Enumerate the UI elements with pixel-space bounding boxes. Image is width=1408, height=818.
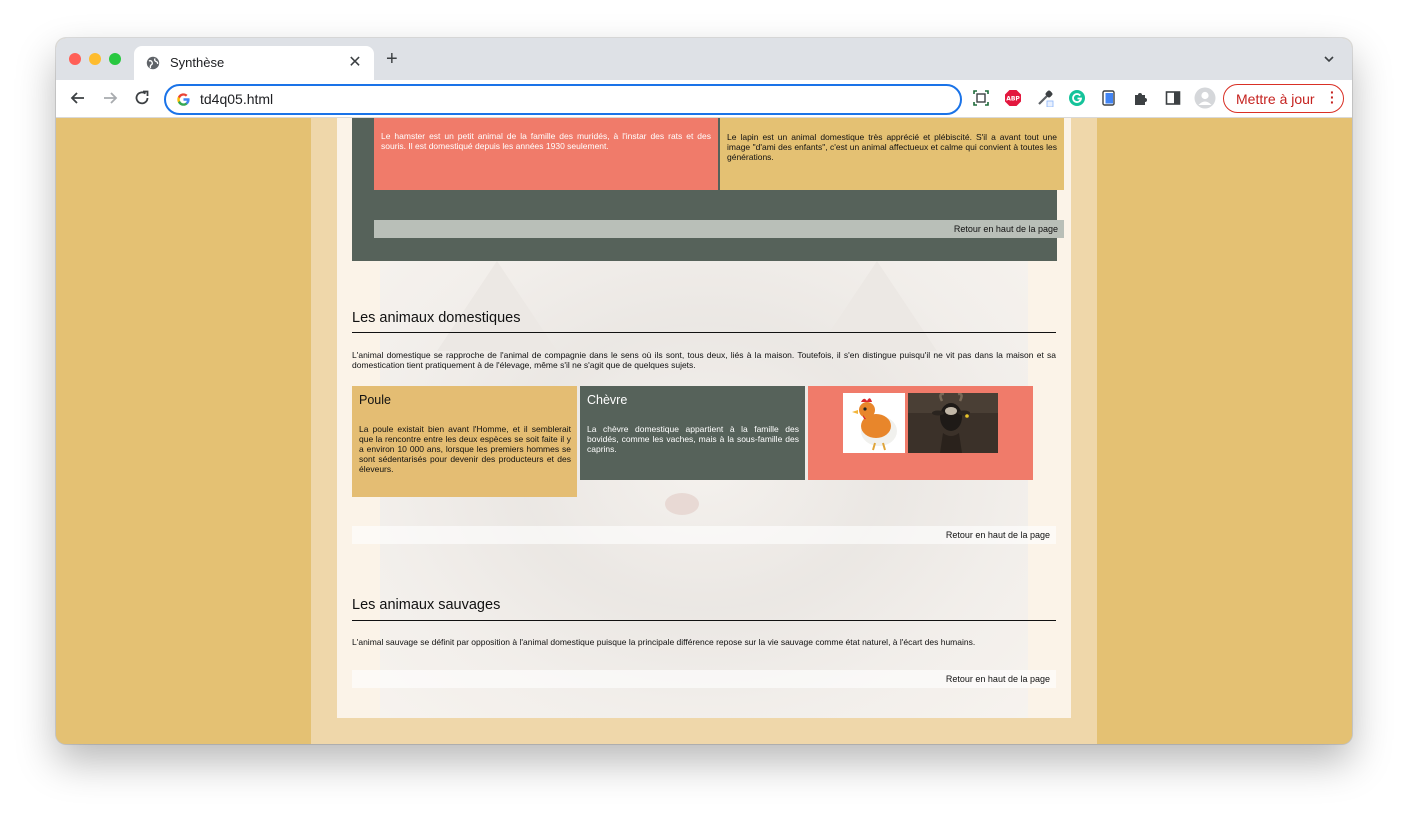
cat-ear-right: [817, 261, 937, 351]
poule-title: Poule: [359, 393, 391, 407]
page-content: Le hamster est un petit animal de la fam…: [337, 118, 1071, 718]
back-to-top-bar: Retour en haut de la page: [374, 220, 1064, 238]
pets-section: Le hamster est un petit animal de la fam…: [352, 118, 1064, 261]
tab-bar: Synthèse ✕ +: [56, 38, 1352, 80]
hamster-text: Le hamster est un petit animal de la fam…: [381, 131, 711, 151]
tab-title: Synthèse: [170, 55, 225, 70]
update-button-label: Mettre à jour: [1236, 91, 1315, 107]
wild-intro: L'animal sauvage se définit par oppositi…: [352, 637, 976, 647]
chevron-down-icon[interactable]: [1322, 52, 1336, 66]
page-viewport: Le hamster est un petit animal de la fam…: [56, 118, 1352, 744]
close-tab-icon[interactable]: ✕: [346, 52, 364, 72]
sidepanel-icon[interactable]: [1164, 89, 1182, 107]
cat-ear-left: [437, 261, 557, 351]
minimize-window-button[interactable]: [89, 53, 101, 65]
address-bar[interactable]: td4q05.html: [164, 84, 962, 115]
more-menu-icon[interactable]: · · ·: [1330, 85, 1335, 109]
back-arrow-icon[interactable]: [68, 88, 88, 108]
svg-text:ABP: ABP: [1006, 96, 1020, 103]
browser-toolbar: td4q05.html ABP Mettre à jour · · ·: [56, 80, 1352, 118]
eyedropper-icon[interactable]: [1036, 89, 1054, 107]
wild-section-title: Les animaux sauvages: [352, 597, 501, 613]
domestic-title-rule: [352, 332, 1056, 333]
domestic-section-title: Les animaux domestiques: [352, 310, 521, 326]
reload-icon[interactable]: [132, 88, 152, 108]
poule-text: La poule existait bien avant l'Homme, et…: [359, 424, 571, 474]
animal-images-card: [808, 386, 1033, 480]
back-to-top-link-wild[interactable]: Retour en haut de la page: [946, 674, 1050, 684]
back-to-top-bar-domestic: Retour en haut de la page: [352, 526, 1056, 544]
grammarly-icon[interactable]: [1068, 89, 1086, 107]
poule-card: Poule La poule existait bien avant l'Hom…: [352, 386, 577, 497]
new-tab-icon[interactable]: +: [386, 49, 398, 69]
cat-nose: [665, 493, 699, 515]
domestic-intro: L'animal domestique se rapproche de l'an…: [352, 350, 1056, 370]
screenshot-icon[interactable]: [972, 89, 990, 107]
lapin-text: Le lapin est un animal domestique très a…: [727, 132, 1057, 162]
wild-title-rule: [352, 620, 1056, 621]
puzzle-icon[interactable]: [1132, 89, 1150, 107]
back-to-top-link[interactable]: Retour en haut de la page: [954, 224, 1058, 234]
chevre-text: La chèvre domestique appartient à la fam…: [587, 424, 799, 454]
zoom-window-button[interactable]: [109, 53, 121, 65]
chicken-image: [843, 393, 905, 453]
browser-window: Synthèse ✕ + td4q05.html ABP Mettre à jo…: [56, 38, 1352, 744]
back-to-top-link-domestic[interactable]: Retour en haut de la page: [946, 530, 1050, 540]
chevre-title: Chèvre: [587, 393, 628, 407]
lapin-card: Le lapin est un animal domestique très a…: [720, 118, 1064, 190]
back-to-top-bar-wild: Retour en haut de la page: [352, 670, 1056, 688]
hamster-card: Le hamster est un petit animal de la fam…: [374, 118, 718, 190]
profile-icon[interactable]: [1194, 87, 1216, 109]
chevre-card: Chèvre La chèvre domestique appartient à…: [580, 386, 805, 480]
tab-synthese[interactable]: Synthèse ✕: [134, 46, 374, 80]
forward-arrow-icon[interactable]: [100, 88, 120, 108]
clipboard-icon[interactable]: [1100, 89, 1118, 107]
url-text: td4q05.html: [200, 91, 274, 107]
adblock-icon[interactable]: ABP: [1004, 89, 1022, 107]
goat-image: [908, 393, 998, 453]
google-icon: [177, 93, 190, 106]
update-button[interactable]: Mettre à jour · · ·: [1223, 84, 1344, 113]
globe-icon: [146, 56, 160, 70]
close-window-button[interactable]: [69, 53, 81, 65]
